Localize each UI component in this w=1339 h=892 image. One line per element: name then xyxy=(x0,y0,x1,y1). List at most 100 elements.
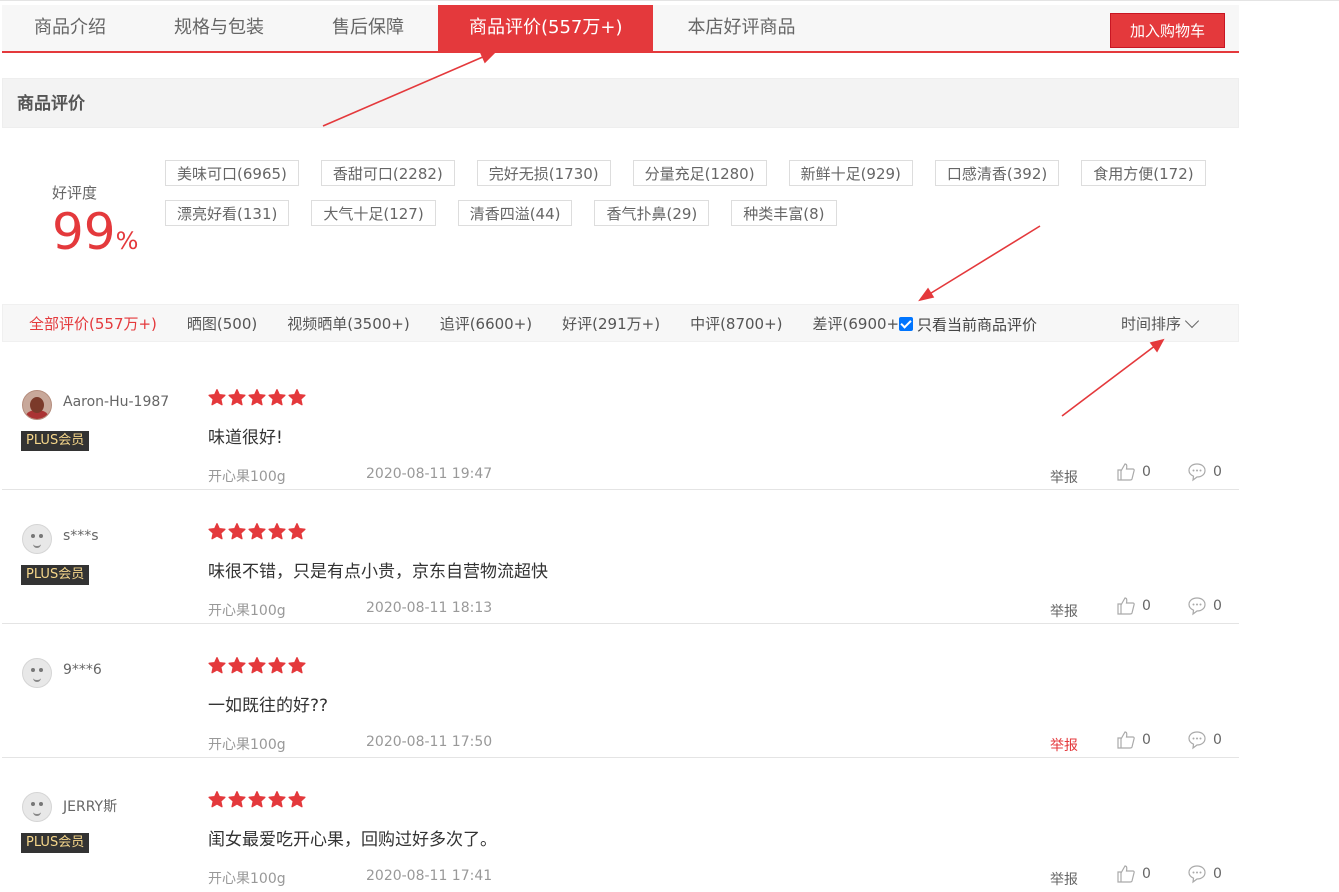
reply-button[interactable]: 0 xyxy=(1187,596,1222,616)
like-button[interactable]: 0 xyxy=(1116,864,1151,884)
chevron-down-icon xyxy=(1184,313,1200,329)
star-rating xyxy=(208,657,308,674)
positive-rate-label: 好评度 xyxy=(52,184,98,202)
star-rating xyxy=(208,523,308,540)
star-icon xyxy=(288,791,306,808)
sort-dropdown[interactable]: 时间排序 xyxy=(1121,305,1200,343)
star-icon xyxy=(288,523,306,540)
comment-bubble-icon xyxy=(1188,865,1206,884)
avatar xyxy=(22,524,52,554)
avatar xyxy=(22,658,52,688)
review-product: 开心果100g xyxy=(208,871,286,887)
review-item: JERRY斯 PLUS会员 闺女最爱吃开心果，回购过好多次了。 开心果100g … xyxy=(2,758,1239,892)
comment-bubble-icon xyxy=(1188,731,1206,750)
star-icon xyxy=(208,657,226,674)
review-content: 味道很好! xyxy=(208,428,283,448)
filter-with-images[interactable]: 晒图(500) xyxy=(187,305,257,343)
review-item: Aaron-Hu-1987 PLUS会员 味道很好! 开心果100g 2020-… xyxy=(2,356,1239,490)
filter-negative[interactable]: 差评(6900+) xyxy=(813,305,905,343)
only-current-label: 只看当前商品评价 xyxy=(917,315,1038,334)
reviewer-name: s***s xyxy=(63,528,99,544)
review-tag[interactable]: 口感清香(392) xyxy=(934,160,1060,186)
review-tag[interactable]: 美味可口(6965) xyxy=(165,160,299,186)
review-tag[interactable]: 清香四溢(44) xyxy=(457,200,573,226)
reply-button[interactable]: 0 xyxy=(1187,730,1222,750)
review-time: 2020-08-11 17:50 xyxy=(366,734,493,750)
like-count: 0 xyxy=(1142,732,1151,748)
tab-product-intro[interactable]: 商品介绍 xyxy=(2,5,140,51)
thumbs-up-icon xyxy=(1117,597,1135,615)
star-icon xyxy=(248,389,266,406)
star-icon xyxy=(208,389,226,406)
review-product: 开心果100g xyxy=(208,737,286,753)
review-product: 开心果100g xyxy=(208,469,286,485)
star-icon xyxy=(268,523,286,540)
review-content: 味很不错，只是有点小贵，京东自营物流超快 xyxy=(208,562,548,582)
star-icon xyxy=(268,791,286,808)
reply-button[interactable]: 0 xyxy=(1187,864,1222,884)
reviewer-name: JERRY斯 xyxy=(63,799,118,815)
review-tag[interactable]: 分量充足(1280) xyxy=(632,160,767,186)
filter-all[interactable]: 全部评价(557万+) xyxy=(29,305,157,343)
star-icon xyxy=(208,791,226,808)
tab-store-top-rated[interactable]: 本店好评商品 xyxy=(653,5,829,51)
star-icon xyxy=(228,389,246,406)
tab-specs-packaging[interactable]: 规格与包装 xyxy=(140,5,298,51)
filter-neutral[interactable]: 中评(8700+) xyxy=(690,305,782,343)
tab-after-sales[interactable]: 售后保障 xyxy=(298,5,438,51)
filter-video[interactable]: 视频晒单(3500+) xyxy=(287,305,409,343)
reply-count: 0 xyxy=(1213,598,1222,614)
review-time: 2020-08-11 18:13 xyxy=(366,600,493,616)
avatar xyxy=(22,792,52,822)
review-product: 开心果100g xyxy=(208,603,286,619)
star-icon xyxy=(288,389,306,406)
positive-rate-unit: % xyxy=(115,227,139,255)
report-link[interactable]: 举报 xyxy=(1050,735,1078,755)
star-icon xyxy=(248,523,266,540)
like-button[interactable]: 0 xyxy=(1116,730,1151,750)
report-link[interactable]: 举报 xyxy=(1050,869,1078,889)
reply-count: 0 xyxy=(1213,732,1222,748)
only-current-checkbox[interactable] xyxy=(899,317,913,331)
filter-follow-up[interactable]: 追评(6600+) xyxy=(440,305,532,343)
review-tags: 美味可口(6965) 香甜可口(2282) 完好无损(1730) 分量充足(12… xyxy=(165,160,1206,240)
review-tag[interactable]: 香气扑鼻(29) xyxy=(594,200,710,226)
reviewer-name: Aaron-Hu-1987 xyxy=(63,394,170,410)
only-current-product-toggle[interactable]: 只看当前商品评价 xyxy=(899,305,1037,343)
star-icon xyxy=(268,657,286,674)
sort-label: 时间排序 xyxy=(1121,315,1182,333)
star-icon xyxy=(288,657,306,674)
star-icon xyxy=(248,791,266,808)
positive-rate-value: 99 xyxy=(52,203,116,261)
section-title: 商品评价 xyxy=(17,94,85,114)
review-tag[interactable]: 完好无损(1730) xyxy=(476,160,611,186)
review-tag[interactable]: 种类丰富(8) xyxy=(731,200,837,226)
review-tag[interactable]: 大气十足(127) xyxy=(311,200,436,226)
review-tag[interactable]: 香甜可口(2282) xyxy=(320,160,455,186)
filter-positive[interactable]: 好评(291万+) xyxy=(562,305,660,343)
tab-reviews[interactable]: 商品评价(557万+) xyxy=(438,5,654,51)
review-tag[interactable]: 漂亮好看(131) xyxy=(165,200,290,226)
star-rating xyxy=(208,791,308,808)
review-filter-bar: 全部评价(557万+) 晒图(500) 视频晒单(3500+) 追评(6600+… xyxy=(2,304,1239,342)
avatar xyxy=(22,390,52,420)
star-icon xyxy=(208,523,226,540)
detail-tab-bar: 商品介绍 规格与包装 售后保障 商品评价(557万+) 本店好评商品 加入购物车 xyxy=(2,5,1239,53)
add-to-cart-button[interactable]: 加入购物车 xyxy=(1110,13,1225,48)
like-button[interactable]: 0 xyxy=(1116,462,1151,482)
reply-button[interactable]: 0 xyxy=(1187,462,1222,482)
review-item: s***s PLUS会员 味很不错，只是有点小贵，京东自营物流超快 开心果100… xyxy=(2,490,1239,624)
positive-rate: 99% xyxy=(52,203,138,261)
comment-bubble-icon xyxy=(1188,597,1206,616)
like-button[interactable]: 0 xyxy=(1116,596,1151,616)
reply-count: 0 xyxy=(1213,464,1222,480)
tag-row: 美味可口(6965) 香甜可口(2282) 完好无损(1730) 分量充足(12… xyxy=(165,160,1206,186)
review-tag[interactable]: 新鲜十足(929) xyxy=(788,160,913,186)
review-tag[interactable]: 食用方便(172) xyxy=(1081,160,1206,186)
plus-member-badge: PLUS会员 xyxy=(21,565,90,585)
review-content: 一如既往的好?? xyxy=(208,696,329,716)
like-count: 0 xyxy=(1142,464,1151,480)
report-link[interactable]: 举报 xyxy=(1050,601,1078,621)
report-link[interactable]: 举报 xyxy=(1050,467,1078,487)
tabs: 商品介绍 规格与包装 售后保障 商品评价(557万+) 本店好评商品 xyxy=(2,5,1239,51)
